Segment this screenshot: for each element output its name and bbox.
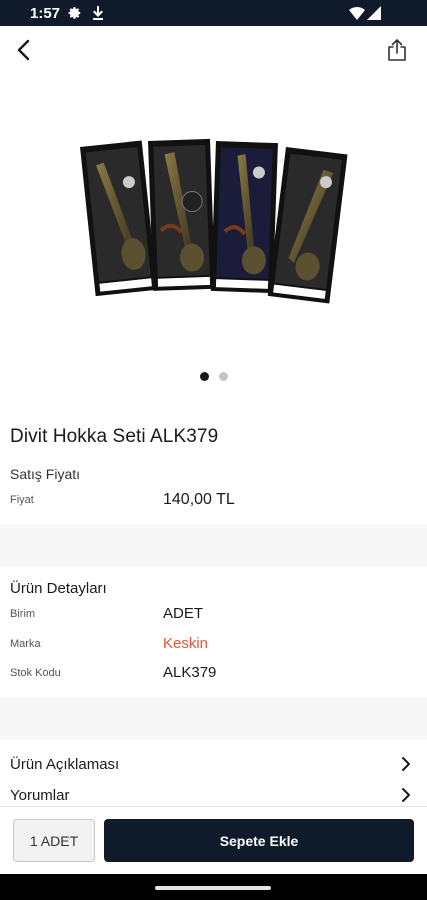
detail-label-brand: Marka <box>10 638 41 650</box>
product-title: Divit Hokka Seti ALK379 <box>10 426 219 447</box>
price-label: Fiyat <box>10 494 34 506</box>
detail-value-brand[interactable]: Keskin <box>163 635 208 652</box>
product-image-carousel[interactable] <box>0 82 427 362</box>
detail-label-unit: Birim <box>10 608 36 620</box>
section-divider <box>0 697 427 740</box>
add-to-cart-button[interactable]: Sepete Ekle <box>104 819 414 862</box>
chevron-left-icon <box>16 39 30 66</box>
wifi-icon <box>349 6 365 25</box>
product-description-label: Ürün Açıklaması <box>10 756 120 773</box>
price-value: 140,00 TL <box>163 491 235 508</box>
section-divider <box>0 524 427 567</box>
status-bar: 1:57 <box>0 0 427 26</box>
system-navigation-bar <box>0 874 427 900</box>
settings-gear-icon <box>68 6 82 25</box>
status-time: 1:57 <box>30 5 61 22</box>
quantity-button[interactable]: 1 ADET <box>13 819 95 862</box>
bottom-action-bar: 1 ADET Sepete Ekle <box>0 806 427 874</box>
chevron-right-icon <box>401 787 411 808</box>
detail-value-stock-code: ALK379 <box>163 664 217 681</box>
detail-value-unit: ADET <box>163 605 204 622</box>
chevron-right-icon <box>401 756 411 777</box>
top-bar <box>0 26 427 82</box>
back-button[interactable] <box>8 36 38 68</box>
home-gesture-handle[interactable] <box>155 886 271 890</box>
product-image <box>79 138 348 304</box>
details-heading: Ürün Detayları <box>10 580 107 597</box>
detail-label-stock-code: Stok Kodu <box>10 667 61 679</box>
price-section-heading: Satış Fiyatı <box>10 466 81 482</box>
carousel-dot-1[interactable] <box>199 372 209 381</box>
reviews-label: Yorumlar <box>10 787 70 804</box>
share-button[interactable] <box>382 36 412 68</box>
carousel-dot-2[interactable] <box>218 372 228 381</box>
product-description-row[interactable]: Ürün Açıklaması <box>0 750 427 782</box>
share-icon <box>387 38 407 67</box>
signal-icon <box>367 6 381 25</box>
carousel-indicator <box>0 372 427 386</box>
download-icon <box>92 6 104 25</box>
